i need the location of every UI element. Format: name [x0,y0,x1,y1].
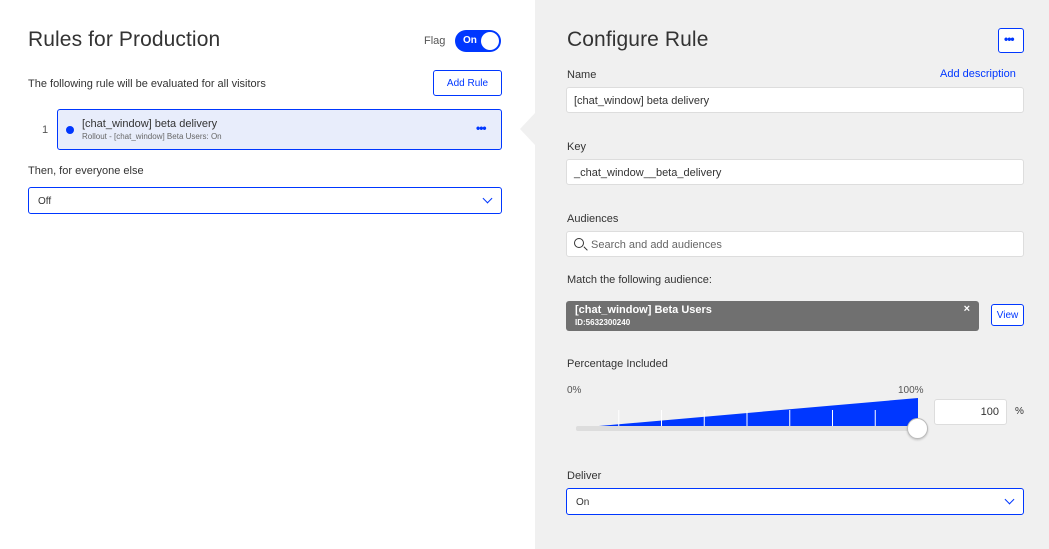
chevron-down-icon [482,193,493,204]
rule-subtitle: Rollout - [chat_window] Beta Users: On [82,132,222,141]
audience-name: [chat_window] Beta Users [575,304,712,316]
audience-chip: [chat_window] Beta Users ID:5632300240 × [566,301,979,331]
rule-number: 1 [42,124,49,136]
percentage-unit: % [1015,406,1024,417]
audiences-label: Audiences [567,213,619,225]
pct-min-label: 0% [567,385,582,396]
name-value: [chat_window] beta delivery [574,95,710,107]
remove-audience-icon[interactable]: × [964,303,970,315]
flag-toggle[interactable]: On [455,30,501,52]
rule-card[interactable]: [chat_window] beta delivery Rollout - [c… [57,109,502,150]
configure-menu-button[interactable]: ••• [998,28,1024,53]
audience-id: ID:5632300240 [575,318,631,327]
page-title: Rules for Production [28,28,221,51]
audiences-search-input[interactable]: Search and add audiences [566,231,1024,257]
flag-label: Flag [424,35,446,47]
rules-description: The following rule will be evaluated for… [28,78,266,90]
toggle-label: On [463,35,477,46]
pct-max-label: 100% [898,385,924,396]
rules-panel: Rules for Production Flag On The followi… [0,0,535,549]
toggle-knob [481,32,499,50]
rule-name: [chat_window] beta delivery [82,118,218,130]
configure-rule-title: Configure Rule [567,28,709,51]
percentage-slider-track[interactable] [576,426,918,431]
else-variation-select[interactable]: Off [28,187,502,214]
deliver-label: Deliver [567,470,602,482]
audiences-placeholder: Search and add audiences [591,239,722,251]
percentage-input[interactable]: 100 [934,399,1007,425]
key-label: Key [567,141,586,153]
name-label: Name [567,69,597,81]
percentage-slider-chart [576,398,918,428]
chevron-down-icon [1004,494,1015,505]
percentage-value: 100 [980,406,999,418]
panel-pointer [520,112,536,146]
else-label: Then, for everyone else [28,165,144,177]
rule-more-icon[interactable]: ••• [476,121,487,135]
add-description-link[interactable]: Add description [940,68,1016,80]
search-icon [574,238,584,248]
percentage-slider-handle[interactable] [907,418,928,439]
name-field[interactable]: [chat_window] beta delivery [566,87,1024,113]
else-variation-value: Off [38,196,52,207]
key-value: _chat_window__beta_delivery [574,167,722,179]
rule-status-dot [66,126,74,134]
deliver-value: On [576,497,590,508]
deliver-select[interactable]: On [566,488,1024,515]
key-field[interactable]: _chat_window__beta_delivery [566,159,1024,185]
percentage-label: Percentage Included [567,358,668,370]
add-rule-button[interactable]: Add Rule [433,70,502,96]
more-icon: ••• [1004,32,1015,46]
view-audience-button[interactable]: View [991,304,1024,326]
match-audience-label: Match the following audience: [567,274,712,286]
